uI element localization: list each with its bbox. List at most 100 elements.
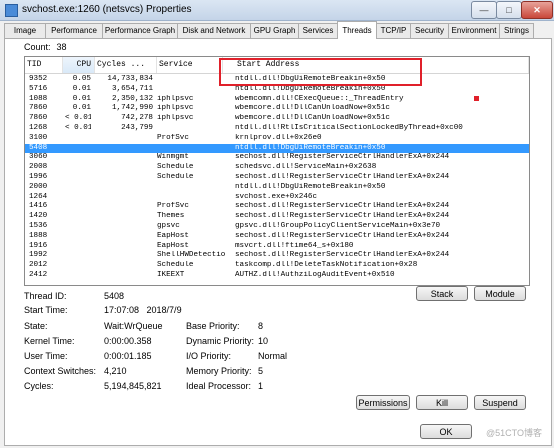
start-address-cell: sechost.dll!RegisterServiceCtrlHandlerEx… (235, 251, 450, 260)
table-row[interactable]: 2012 Schedule taskcomp.dll!DeleteTaskNotif… (25, 261, 529, 270)
state-label: State: (24, 321, 48, 331)
io-priority-value: Normal (258, 351, 288, 361)
red-marker (474, 96, 479, 101)
permissions-button[interactable]: Permissions (356, 395, 410, 410)
start-address-cell: wbemcomn.dll!CExecQueue::_ThreadEntry (235, 94, 404, 103)
table-row[interactable]: 7860 0.01 1,742,990 iphlpsvc wbemcore.dll!Dl… (25, 104, 529, 113)
tab-performance-graph[interactable]: Performance Graph (102, 23, 178, 38)
context-switches-label: Context Switches: (24, 366, 97, 376)
column-cpu[interactable]: CPU (63, 57, 95, 73)
start-address-cell: sechost.dll!RegisterServiceCtrlHandlerEx… (235, 202, 450, 211)
memory-priority-label: Memory Priority: (186, 366, 252, 376)
ok-button[interactable]: OK (420, 424, 472, 439)
column-cycles[interactable]: Cycles ... (95, 57, 157, 73)
user-time-value: 0:00:01.185 (104, 351, 152, 361)
cycles-cell: 742,278 (121, 114, 153, 123)
suspend-button[interactable]: Suspend (474, 395, 526, 410)
cycles-cell: 243,799 (121, 124, 153, 132)
thread-count: Count: 38 (24, 42, 67, 52)
start-address-cell: AUTHZ.dll!AuthziLogAuditEvent+0x510 (235, 271, 395, 279)
cycles-label: Cycles: (24, 381, 54, 391)
start-address-cell: sechost.dll!RegisterServiceCtrlHandlerEx… (235, 231, 450, 240)
cycles-cell: 1,742,990 (111, 104, 153, 113)
maximize-button[interactable]: □ (496, 1, 522, 19)
cpu-cell: 0.01 (72, 104, 91, 113)
start-address-cell: ntdll.dll!DbgUiRemoteBreakin+0x50 (235, 143, 386, 152)
table-row[interactable]: 2008 Schedule schedsvc.dll!ServiceMain+0x2… (25, 163, 529, 172)
cpu-cell: < 0.01 (65, 124, 91, 132)
tab-strings[interactable]: Strings (499, 23, 534, 38)
stack-button[interactable]: Stack (416, 286, 468, 301)
table-row[interactable]: 1888 EapHost sechost.dll!RegisterServiceCt… (25, 232, 529, 241)
table-row[interactable]: 1264 svchost.exe+0x246c (25, 193, 529, 202)
service-cell: Schedule (157, 163, 194, 172)
tab-services[interactable]: Services (298, 23, 338, 38)
thread-id-cell: 3060 (29, 153, 48, 162)
thread-id-cell: 2000 (29, 182, 48, 191)
start-address-cell: ntdll.dll!DbgUiRemoteBreakin+0x50 (235, 182, 386, 191)
base-priority-label: Base Priority: (186, 321, 240, 331)
dynamic-priority-value: 10 (258, 336, 269, 346)
thread-id-cell: 1888 (29, 231, 48, 240)
table-row[interactable]: 1916 EapHost msvcrt.dll!ftime64_s+0x180 (25, 242, 529, 251)
thread-id-cell: 1992 (29, 251, 48, 260)
thread-id-label: Thread ID: (24, 291, 67, 301)
table-row[interactable]: 5408 ntdll.dll!DbgUiRemoteBreakin+0x50 (25, 143, 529, 153)
user-time-label: User Time: (24, 351, 68, 361)
minimize-button[interactable]: — (471, 1, 497, 19)
table-row[interactable]: 1996 Schedule sechost.dll!RegisterServiceC… (25, 173, 529, 182)
kill-button[interactable]: Kill (416, 395, 468, 410)
table-row[interactable]: 1536 gpsvc gpsvc.dll!GroupPolicyClientServ… (25, 222, 529, 231)
table-row[interactable]: 7860 < 0.01 742,278 iphlpsvc wbemcore.dll!Dl… (25, 114, 529, 123)
threads-list[interactable]: TID CPU Cycles ... Service Start Address… (24, 56, 530, 286)
thread-id-cell: 1268 (29, 124, 48, 132)
table-row[interactable]: 2412 IKEEXT AUTHZ.dll!AuthziLogAuditEvent+… (25, 271, 529, 280)
table-row[interactable]: 1416 ProfSvc sechost.dll!RegisterServiceCt… (25, 202, 529, 211)
thread-id-cell: 1264 (29, 192, 48, 201)
highlight-box (219, 58, 422, 86)
module-button[interactable]: Module (474, 286, 526, 301)
tab-gpu-graph[interactable]: GPU Graph (250, 23, 299, 38)
dynamic-priority-label: Dynamic Priority: (186, 336, 255, 346)
tab-performance[interactable]: Performance (45, 23, 103, 38)
cycles-cell: 3,654,711 (111, 84, 153, 93)
start-address-cell: wbemcore.dll!DllCanUnloadNow+0x51c (235, 104, 390, 113)
table-row[interactable]: 2000 ntdll.dll!DbgUiRemoteBreakin+0x50 (25, 183, 529, 192)
start-address-cell: msvcrt.dll!ftime64_s+0x180 (235, 241, 354, 250)
column-tid[interactable]: TID (25, 57, 63, 73)
start-address-cell: taskcomp.dll!DeleteTaskNotification+0x28 (235, 261, 418, 270)
tab-image[interactable]: Image (4, 23, 46, 38)
tab-security[interactable]: Security (410, 23, 449, 38)
app-icon (5, 4, 18, 17)
table-row[interactable]: 1088 0.01 2,350,132 iphlpsvc wbemcomn.dll!CE… (25, 95, 529, 104)
start-time-label: Start Time: (24, 305, 68, 315)
thread-id-cell: 2412 (29, 271, 48, 279)
kernel-time-value: 0:00:00.358 (104, 336, 152, 346)
tab-disk-and-network[interactable]: Disk and Network (177, 23, 251, 38)
thread-id-cell: 2012 (29, 261, 48, 270)
service-cell: EapHost (157, 231, 189, 240)
tab-tcpip[interactable]: TCP/IP (376, 23, 411, 38)
close-button[interactable]: ✕ (521, 1, 553, 19)
tab-threads[interactable]: Threads (337, 21, 377, 39)
table-row[interactable]: 1992 ShellHWDetection sechost.dll!Register… (25, 251, 529, 260)
thread-id-cell: 5716 (29, 84, 48, 93)
table-row[interactable]: 1420 Themes sechost.dll!RegisterServiceCtr… (25, 212, 529, 221)
service-cell: Themes (157, 212, 185, 221)
cycles-value: 5,194,845,821 (104, 381, 162, 391)
tab-environment[interactable]: Environment (448, 23, 500, 38)
column-service[interactable]: Service (157, 57, 223, 73)
count-label: Count: (24, 42, 51, 52)
table-row[interactable]: 1268 < 0.01 243,799 ntdll.dll!RtlIsCritical… (25, 124, 529, 133)
table-row[interactable]: 5716 0.01 3,654,711 ntdll.dll!DbgUiRemoteBr… (25, 85, 529, 94)
table-row[interactable]: 3060 Winmgmt sechost.dll!RegisterServiceCt… (25, 153, 529, 162)
service-cell: Schedule (157, 261, 194, 270)
cpu-cell: < 0.01 (65, 114, 91, 123)
start-time-value: 17:07:08 2018/7/9 (104, 305, 182, 315)
table-row[interactable]: 3100 ProfSvc krnlprov.dll+0x26e0 (25, 134, 529, 143)
service-cell: Winmgmt (157, 153, 189, 162)
service-cell: ShellHWDetection (157, 251, 225, 260)
start-address-cell: schedsvc.dll!ServiceMain+0x2638 (235, 163, 377, 172)
start-address-cell: ntdll.dll!RtlIsCriticalSectionLockedByTh… (235, 124, 463, 132)
start-address-cell: wbemcore.dll!DllCanUnloadNow+0x51c (235, 114, 390, 123)
